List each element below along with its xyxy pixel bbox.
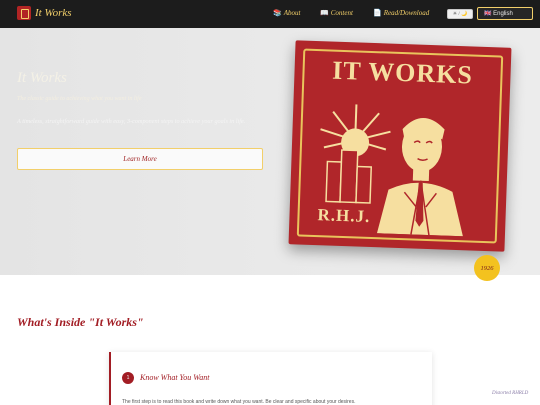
book-logo-icon bbox=[17, 6, 31, 20]
page-icon: 📄 bbox=[373, 9, 382, 17]
feature-card-text: The first step is to read this book and … bbox=[122, 399, 356, 405]
feature-card-title: Know What You Want bbox=[140, 373, 210, 382]
hero-title: It Works bbox=[17, 70, 67, 86]
open-book-icon: 📖 bbox=[320, 9, 329, 17]
nav-content-label: Content bbox=[330, 9, 353, 17]
theme-toggle-button[interactable]: ☀ / 🌙 bbox=[447, 9, 473, 19]
brand-title: It Works bbox=[35, 7, 72, 19]
section-title: What's Inside "It Works" bbox=[17, 315, 144, 329]
book-cover-author: R.H.J. bbox=[317, 205, 371, 226]
book-icon: 📚 bbox=[273, 9, 282, 17]
feature-card: 1 Know What You Want The first step is t… bbox=[109, 352, 432, 405]
nav-about-label: About bbox=[283, 9, 301, 17]
step-number-badge: 1 bbox=[122, 372, 134, 384]
language-select[interactable]: 🇬🇧 English bbox=[477, 7, 533, 20]
top-navbar: It Works 📚 About 📖 Content 📄 Read/Download … bbox=[0, 0, 540, 28]
hero-subtitle: The classic guide to achieving what you … bbox=[17, 96, 142, 102]
book-cover-image: IT WORKS R.H.J. bbox=[288, 40, 512, 252]
hero-section: It Works The classic guide to achieving … bbox=[0, 28, 540, 281]
learn-more-button[interactable]: Learn More bbox=[17, 148, 263, 170]
footer-credit: Distorted RHRLD bbox=[492, 391, 529, 396]
year-badge: 1926 bbox=[474, 255, 500, 281]
nav-content-link[interactable]: 📖 Content bbox=[320, 9, 353, 17]
nav-about-link[interactable]: 📚 About bbox=[273, 9, 300, 17]
nav-read-download-link[interactable]: 📄 Read/Download bbox=[373, 9, 429, 17]
brand-link[interactable]: It Works bbox=[17, 6, 72, 20]
hero-description: A timeless, straightforward guide with e… bbox=[17, 118, 246, 125]
nav-read-download-label: Read/Download bbox=[383, 9, 430, 17]
